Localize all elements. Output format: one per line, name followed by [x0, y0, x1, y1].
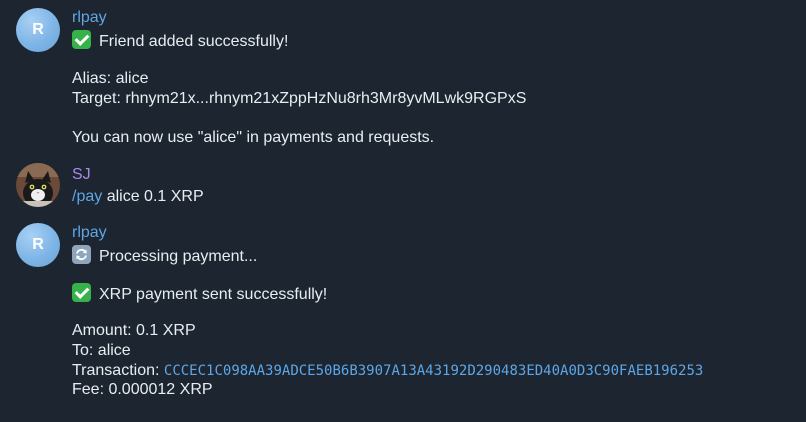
sender-name[interactable]: rlpay [72, 223, 107, 243]
avatar-letter: R [32, 21, 44, 38]
message-line: Friend added successfully! [72, 30, 288, 52]
refresh-icon [72, 245, 91, 264]
success-text: XRP payment sent successfully! [99, 286, 328, 303]
avatar-letter: R [32, 236, 44, 253]
success-text: Friend added successfully! [99, 33, 289, 50]
fee-text: Fee: 0.000012 XRP [72, 381, 213, 398]
processing-text: Processing payment... [99, 248, 258, 265]
sender-name[interactable]: SJ [72, 165, 91, 185]
command-line: /pay alice 0.1 XRP [72, 187, 204, 207]
hint-text: You can now use "alice" in payments and … [72, 129, 435, 146]
transaction-hash[interactable]: CCCEC1C098AA39ADCE50B6B3907A13A43192D290… [164, 363, 703, 379]
sender-name[interactable]: rlpay [72, 8, 107, 28]
target-text: Target: rhnym21x...rhnym21xZppHzNu8rh3Mr… [72, 90, 527, 107]
message-line: XRP payment sent successfully! [72, 283, 327, 305]
bot-avatar[interactable]: R [16, 8, 60, 52]
bot-avatar[interactable]: R [16, 223, 60, 267]
chat-history: R rlpay Friend added successfully! Alias… [0, 0, 806, 422]
pay-command-link[interactable]: /pay [72, 188, 102, 205]
user-avatar[interactable] [16, 163, 60, 207]
recipient-text: To: alice [72, 342, 131, 359]
alias-text: Alias: alice [72, 70, 149, 87]
check-mark-icon [72, 30, 91, 49]
transaction-label: Transaction: [72, 362, 164, 379]
check-mark-icon [72, 283, 91, 302]
command-args: alice 0.1 XRP [102, 188, 204, 205]
message-line: Processing payment... [72, 245, 257, 267]
transaction-line: Transaction: CCCEC1C098AA39ADCE50B6B3907… [72, 361, 703, 381]
amount-text: Amount: 0.1 XRP [72, 322, 196, 339]
